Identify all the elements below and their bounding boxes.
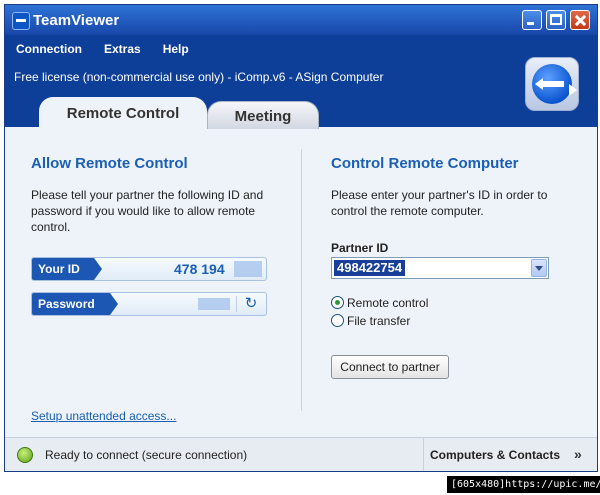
- allow-remote-control-title: Allow Remote Control: [31, 155, 188, 172]
- header-panel: Connection Extras Help Free license (non…: [5, 35, 597, 129]
- password-field: Password ↻: [31, 292, 267, 316]
- image-source-tag: [605x480]https://upic.me/: [447, 476, 600, 493]
- status-indicator-icon: [17, 447, 33, 463]
- license-text: Free license (non-commercial use only) -…: [14, 70, 384, 84]
- control-description: Please enter your partner's ID in order …: [331, 188, 548, 218]
- maximize-button[interactable]: [546, 10, 566, 30]
- logo-arrow-right: [569, 84, 577, 96]
- chevron-down-icon[interactable]: [531, 259, 547, 277]
- your-id-label: Your ID: [32, 258, 102, 280]
- remote-control-content: Allow Remote Control Please tell your pa…: [5, 127, 597, 437]
- title-bar[interactable]: TeamViewer: [5, 5, 597, 35]
- radio-file-transfer-label[interactable]: File transfer: [347, 314, 410, 328]
- password-label: Password: [32, 293, 118, 315]
- computers-contacts-button[interactable]: Computers & Contacts »: [423, 438, 597, 471]
- id-obscured: [234, 261, 262, 277]
- logo-arrows: [532, 64, 577, 104]
- window-title: TeamViewer: [33, 12, 120, 29]
- your-id-field: Your ID 478 194: [31, 257, 267, 281]
- tab-meeting-label: Meeting: [234, 108, 292, 125]
- refresh-separator: [236, 296, 237, 312]
- status-bar: Ready to connect (secure connection) Com…: [5, 437, 597, 471]
- teamviewer-logo-icon: [525, 57, 579, 111]
- setup-unattended-access-link[interactable]: Setup unattended access...: [31, 409, 176, 423]
- close-button[interactable]: [570, 10, 590, 30]
- menu-extras[interactable]: Extras: [93, 35, 152, 59]
- teamviewer-app-icon: [12, 12, 30, 30]
- refresh-icon[interactable]: ↻: [243, 296, 259, 312]
- radio-file-transfer[interactable]: [331, 314, 344, 327]
- partner-id-value[interactable]: 498422754: [334, 260, 406, 276]
- tab-meeting[interactable]: Meeting: [207, 101, 319, 129]
- menu-help[interactable]: Help: [152, 35, 200, 59]
- partner-id-label: Partner ID: [331, 241, 389, 255]
- tab-remote-control-label: Remote Control: [66, 105, 180, 122]
- menu-bar: Connection Extras Help: [5, 35, 200, 59]
- radio-remote-control[interactable]: [331, 296, 344, 309]
- connect-to-partner-button[interactable]: Connect to partner: [331, 355, 449, 379]
- teamviewer-window: TeamViewer Connection Extras Help Free l…: [4, 4, 598, 472]
- minimize-button[interactable]: [522, 10, 542, 30]
- column-divider: [301, 149, 302, 411]
- radio-remote-control-label[interactable]: Remote control: [347, 296, 428, 310]
- allow-description: Please tell your partner the following I…: [31, 188, 264, 234]
- partner-id-combobox[interactable]: 498422754: [331, 257, 549, 279]
- tab-remote-control[interactable]: Remote Control: [39, 97, 207, 129]
- status-text: Ready to connect (secure connection): [45, 448, 248, 462]
- menu-connection[interactable]: Connection: [5, 35, 93, 59]
- password-obscured: [198, 298, 230, 310]
- computers-contacts-label: Computers & Contacts: [430, 448, 561, 462]
- your-id-value: 478 194: [174, 261, 225, 277]
- double-chevron-right-icon: »: [574, 446, 582, 462]
- control-remote-computer-title: Control Remote Computer: [331, 155, 519, 172]
